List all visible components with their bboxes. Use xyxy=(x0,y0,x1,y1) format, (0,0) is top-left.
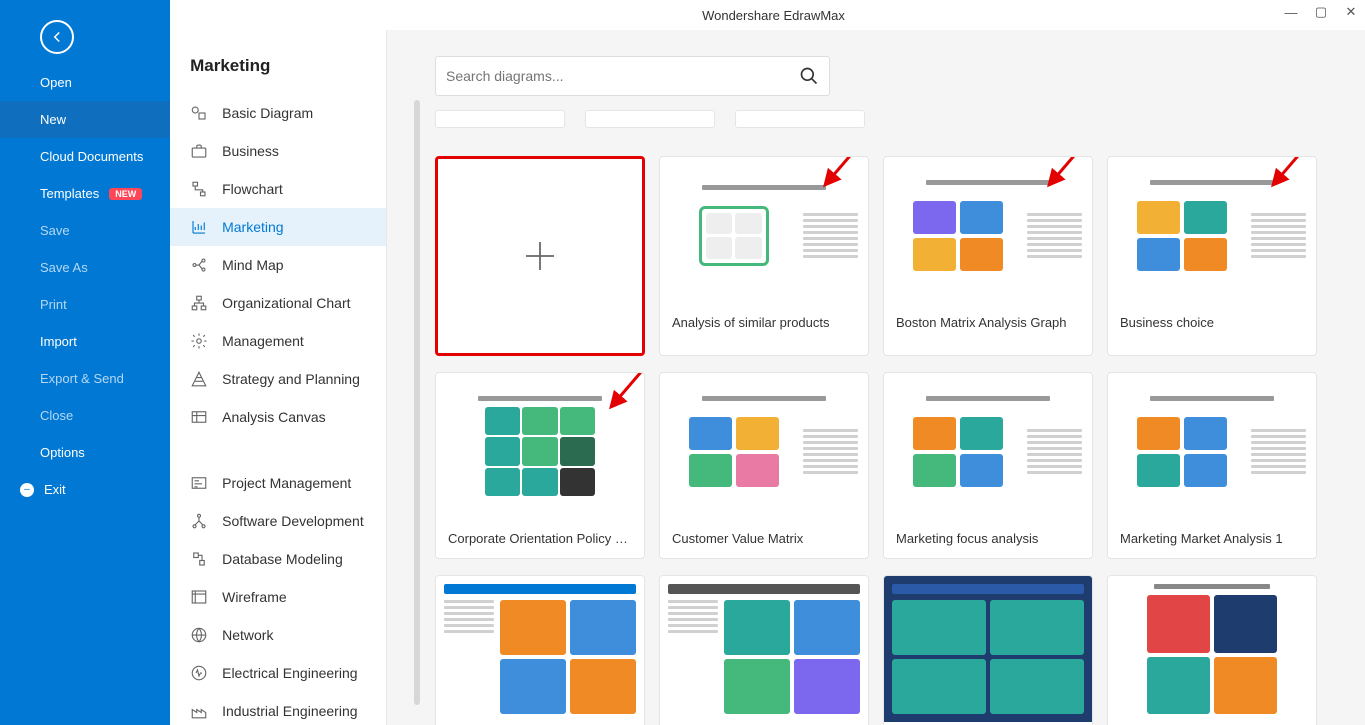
org-icon xyxy=(190,294,208,312)
gantt-icon xyxy=(190,474,208,492)
category-industrial-engineering[interactable]: Industrial Engineering xyxy=(170,692,386,725)
partial-card xyxy=(435,110,565,128)
template-title: Boston Matrix Analysis Graph xyxy=(884,303,1092,342)
file-menu-templates[interactable]: TemplatesNEW xyxy=(0,175,170,212)
category-management[interactable]: Management xyxy=(170,322,386,360)
category-basic-diagram[interactable]: Basic Diagram xyxy=(170,94,386,132)
template-card-m2[interactable]: Matrix Diagram 2 xyxy=(659,575,869,725)
wire-icon xyxy=(190,588,208,606)
category-organizational-chart[interactable]: Organizational Chart xyxy=(170,284,386,322)
category-marketing[interactable]: Marketing xyxy=(170,208,386,246)
canvas-icon xyxy=(190,408,208,426)
partial-card xyxy=(585,110,715,128)
app-title: Wondershare EdrawMax xyxy=(702,8,845,23)
shapes-icon xyxy=(190,104,208,122)
new-badge: NEW xyxy=(109,188,142,200)
close-button[interactable]: ✕ xyxy=(1345,6,1357,18)
file-menu-save[interactable]: Save xyxy=(0,212,170,249)
gear-icon xyxy=(190,332,208,350)
template-card-corp-orient[interactable]: Corporate Orientation Policy Mat xyxy=(435,372,645,559)
file-menu-save-as[interactable]: Save As xyxy=(0,249,170,286)
category-flowchart[interactable]: Flowchart xyxy=(170,170,386,208)
db-icon xyxy=(190,550,208,568)
partial-card xyxy=(735,110,865,128)
template-card-cust-value[interactable]: Customer Value Matrix xyxy=(659,372,869,559)
template-card-m1[interactable]: Matrix Diagram 1 xyxy=(435,575,645,725)
template-card-market-analysis[interactable]: Marketing Market Analysis 1 xyxy=(1107,372,1317,559)
template-card-blank[interactable] xyxy=(435,156,645,356)
category-software-development[interactable]: Software Development xyxy=(170,502,386,540)
category-analysis-canvas[interactable]: Analysis Canvas xyxy=(170,398,386,436)
search-box[interactable] xyxy=(435,56,830,96)
file-menu-print[interactable]: Print xyxy=(0,286,170,323)
template-card-focus[interactable]: Marketing focus analysis xyxy=(883,372,1093,559)
template-title: Marketing Market Analysis 1 xyxy=(1108,519,1316,558)
category-database-modeling[interactable]: Database Modeling xyxy=(170,540,386,578)
file-menu-open[interactable]: Open xyxy=(0,64,170,101)
category-business[interactable]: Business xyxy=(170,132,386,170)
template-card-m4[interactable]: Matrix Diagram 4 xyxy=(1107,575,1317,725)
template-title: Analysis of similar products xyxy=(660,303,868,342)
template-card-analysis-similar[interactable]: Analysis of similar products xyxy=(659,156,869,356)
template-card-boston[interactable]: Boston Matrix Analysis Graph xyxy=(883,156,1093,356)
category-sidebar: Marketing Basic DiagramBusinessFlowchart… xyxy=(170,0,387,725)
template-title: Business choice xyxy=(1108,303,1316,342)
arrow-left-icon xyxy=(48,28,66,46)
titlebar: Wondershare EdrawMax — ▢ ✕ xyxy=(182,0,1365,30)
category-network[interactable]: Network xyxy=(170,616,386,654)
file-menu-close[interactable]: Close xyxy=(0,397,170,434)
mind-icon xyxy=(190,256,208,274)
file-menu-export-send[interactable]: Export & Send xyxy=(0,360,170,397)
file-menu-exit[interactable]: –Exit xyxy=(0,471,170,508)
minimize-button[interactable]: — xyxy=(1285,6,1297,18)
back-button[interactable] xyxy=(40,20,74,54)
ind-icon xyxy=(190,702,208,720)
file-menu-options[interactable]: Options xyxy=(0,434,170,471)
category-project-management[interactable]: Project Management xyxy=(170,464,386,502)
category-mind-map[interactable]: Mind Map xyxy=(170,246,386,284)
chart-icon xyxy=(190,218,208,236)
file-menu-cloud-documents[interactable]: Cloud Documents xyxy=(0,138,170,175)
flow-icon xyxy=(190,180,208,198)
tree-icon xyxy=(190,512,208,530)
category-strategy-and-planning[interactable]: Strategy and Planning xyxy=(170,360,386,398)
category-wireframe[interactable]: Wireframe xyxy=(170,578,386,616)
template-card-m3[interactable]: Matrix Diagram 3 xyxy=(883,575,1093,725)
search-icon xyxy=(799,66,819,86)
file-sidebar: OpenNewCloud DocumentsTemplatesNEWSaveSa… xyxy=(0,0,170,725)
maximize-button[interactable]: ▢ xyxy=(1315,6,1327,18)
plus-icon xyxy=(519,235,561,277)
template-card-bchoice[interactable]: Business choice xyxy=(1107,156,1317,356)
pyramid-icon xyxy=(190,370,208,388)
template-title: Corporate Orientation Policy Mat xyxy=(436,519,644,558)
briefcase-icon xyxy=(190,142,208,160)
category-title: Marketing xyxy=(170,56,386,94)
template-title: Marketing focus analysis xyxy=(884,519,1092,558)
search-input[interactable] xyxy=(446,68,799,84)
net-icon xyxy=(190,626,208,644)
category-electrical-engineering[interactable]: Electrical Engineering xyxy=(170,654,386,692)
elec-icon xyxy=(190,664,208,682)
main-content: Analysis of similar products Boston Matri… xyxy=(387,0,1365,725)
partial-cards-row xyxy=(435,110,1317,128)
exit-icon: – xyxy=(20,483,34,497)
file-menu-new[interactable]: New xyxy=(0,101,170,138)
template-title: Customer Value Matrix xyxy=(660,519,868,558)
file-menu-import[interactable]: Import xyxy=(0,323,170,360)
